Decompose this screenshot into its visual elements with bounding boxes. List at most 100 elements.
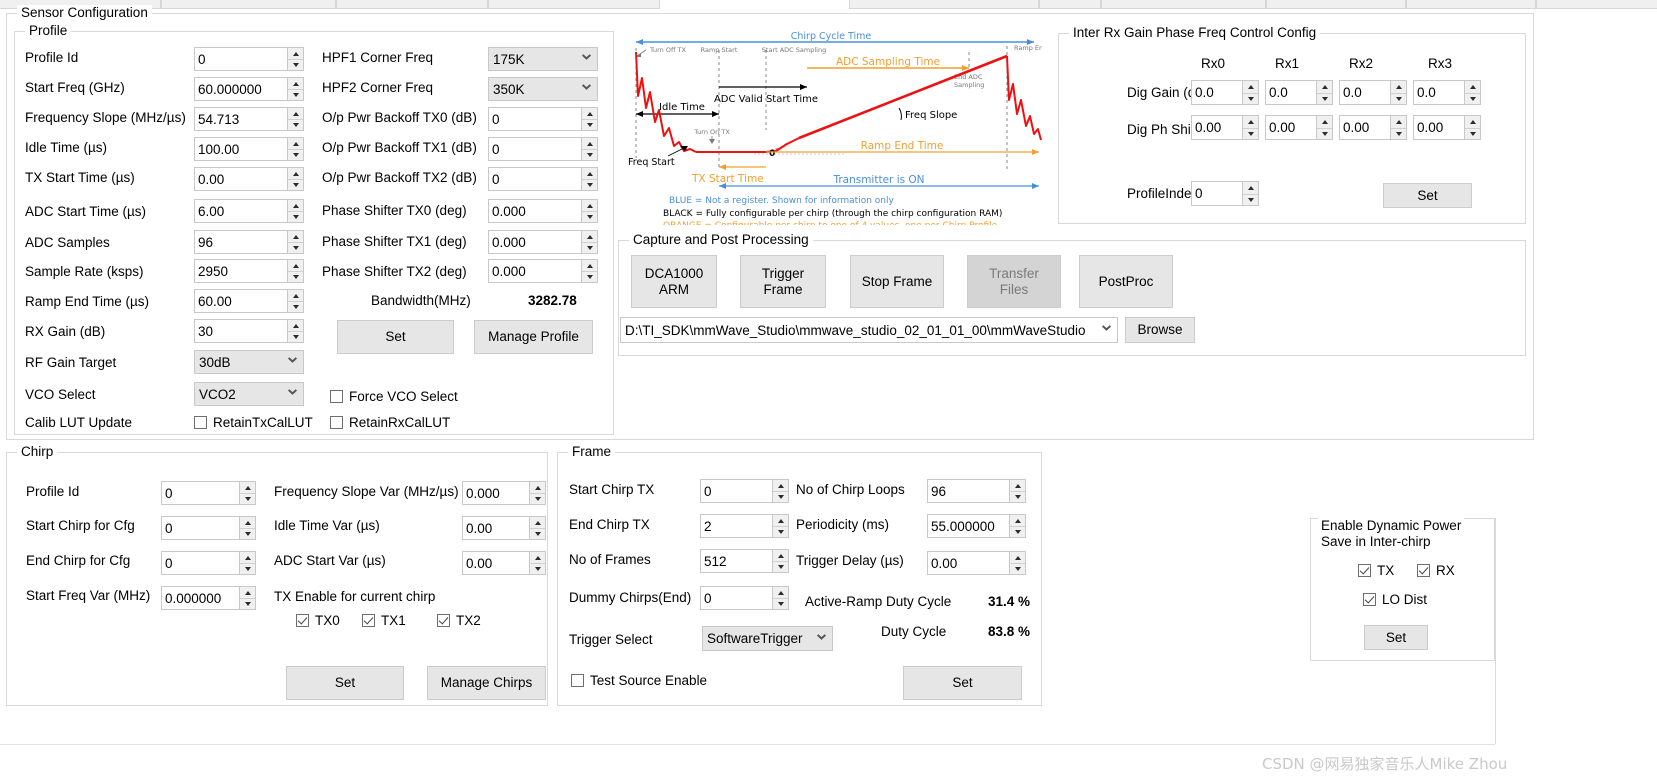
- spinner-down[interactable]: [288, 89, 303, 100]
- spinner[interactable]: [239, 587, 255, 609]
- retain-rx-cal-lut-checkbox[interactable]: RetainRxCalLUT: [330, 415, 450, 430]
- phase-shifter-tx2-input[interactable]: 0.000: [488, 259, 598, 283]
- spinner[interactable]: [1242, 182, 1258, 205]
- spinner-up[interactable]: [1317, 116, 1332, 128]
- capture-path-combo[interactable]: D:\TI_SDK\mmWave_Studio\mmwave_studio_02…: [620, 317, 1118, 343]
- spinner-down[interactable]: [1317, 92, 1332, 104]
- tab-segment[interactable]: [488, 0, 660, 9]
- trigger-frame-button[interactable]: Trigger Frame: [740, 255, 826, 308]
- idle-time-var-input[interactable]: 0.00: [462, 516, 546, 540]
- spinner-down[interactable]: [1010, 563, 1025, 574]
- dynamic-power-tx-checkbox[interactable]: TX: [1358, 563, 1394, 578]
- sample-rate-input[interactable]: 2950: [194, 259, 304, 283]
- spinner-up[interactable]: [582, 138, 597, 149]
- spinner-up[interactable]: [288, 48, 303, 59]
- postproc-button[interactable]: PostProc: [1079, 255, 1173, 308]
- spinner-down[interactable]: [530, 528, 545, 539]
- spinner-down[interactable]: [582, 179, 597, 190]
- spinner-down[interactable]: [1391, 127, 1406, 139]
- tab-segment[interactable]: [1101, 0, 1266, 9]
- spinner-up[interactable]: [288, 138, 303, 149]
- spinner-down[interactable]: [1010, 526, 1025, 537]
- spinner[interactable]: [1464, 81, 1480, 104]
- profile-id-spinner[interactable]: [287, 48, 303, 70]
- vco-select-combo[interactable]: VCO2: [194, 382, 304, 406]
- spinner-up[interactable]: [773, 550, 788, 561]
- spinner[interactable]: [772, 480, 788, 502]
- tab-segment[interactable]: [1536, 0, 1657, 9]
- frequency-slope-var-input[interactable]: 0.000: [462, 481, 546, 505]
- dig-ph-shift-rx0-input[interactable]: 0.00: [1191, 115, 1259, 140]
- spinner[interactable]: [581, 138, 597, 160]
- rx-gain-input[interactable]: 30: [194, 319, 304, 343]
- spinner-down[interactable]: [582, 119, 597, 130]
- checkbox-box[interactable]: [437, 614, 450, 627]
- spinner[interactable]: [239, 517, 255, 539]
- spinner-up[interactable]: [582, 200, 597, 211]
- spinner-down[interactable]: [582, 211, 597, 222]
- spinner[interactable]: [772, 550, 788, 572]
- dig-gain-rx3-input[interactable]: 0.0: [1413, 80, 1481, 105]
- spinner[interactable]: [1242, 116, 1258, 139]
- phase-shifter-tx1-input[interactable]: 0.000: [488, 230, 598, 254]
- spinner-down[interactable]: [288, 149, 303, 160]
- spinner-down[interactable]: [288, 331, 303, 342]
- spinner-up[interactable]: [773, 587, 788, 598]
- dynamic-power-set-button[interactable]: Set: [1364, 625, 1428, 650]
- checkbox-box[interactable]: [362, 614, 375, 627]
- spinner-down[interactable]: [1010, 491, 1025, 502]
- spinner-down[interactable]: [1243, 92, 1258, 104]
- spinner-down[interactable]: [582, 271, 597, 282]
- dig-gain-rx0-input[interactable]: 0.0: [1191, 80, 1259, 105]
- rx-gain-spinner[interactable]: [287, 320, 303, 342]
- tx-start-time-input[interactable]: 0.00: [194, 167, 304, 191]
- spinner-up[interactable]: [288, 108, 303, 119]
- spinner-down[interactable]: [240, 563, 255, 574]
- chirp-tx0-checkbox[interactable]: TX0: [296, 613, 340, 628]
- chirp-profile-id-input[interactable]: 0: [161, 481, 256, 505]
- spinner-up[interactable]: [240, 552, 255, 563]
- hpf2-corner-freq-combo[interactable]: 350K: [488, 77, 598, 101]
- spinner-up[interactable]: [1010, 515, 1025, 526]
- spinner-up[interactable]: [530, 482, 545, 493]
- spinner[interactable]: [1390, 116, 1406, 139]
- start-freq-var-input[interactable]: 0.000000: [161, 586, 256, 610]
- spinner-down[interactable]: [530, 493, 545, 504]
- spinner[interactable]: [239, 552, 255, 574]
- spinner[interactable]: [772, 587, 788, 609]
- no-of-chirp-loops-input[interactable]: 96: [927, 479, 1026, 503]
- spinner-up[interactable]: [1243, 182, 1258, 194]
- sample-rate-spinner[interactable]: [287, 260, 303, 282]
- adc-start-var-input[interactable]: 0.00: [462, 551, 546, 575]
- spinner-up[interactable]: [240, 587, 255, 598]
- spinner[interactable]: [581, 200, 597, 222]
- tab-segment[interactable]: [336, 0, 488, 9]
- profile-set-button[interactable]: Set: [337, 320, 454, 354]
- checkbox-box[interactable]: [571, 674, 584, 687]
- spinner-down[interactable]: [240, 493, 255, 504]
- start-chirp-for-cfg-input[interactable]: 0: [161, 516, 256, 540]
- spinner-down[interactable]: [1243, 193, 1258, 205]
- stop-frame-button[interactable]: Stop Frame: [850, 255, 944, 308]
- adc-samples-input[interactable]: 96: [194, 230, 304, 254]
- spinner[interactable]: [1009, 515, 1025, 537]
- checkbox-box[interactable]: [330, 390, 343, 403]
- retain-tx-cal-lut-checkbox[interactable]: RetainTxCalLUT: [194, 415, 313, 430]
- spinner-up[interactable]: [288, 260, 303, 271]
- trigger-delay-input[interactable]: 0.00: [927, 551, 1026, 575]
- spinner-up[interactable]: [288, 200, 303, 211]
- spinner-down[interactable]: [773, 526, 788, 537]
- tab-segment[interactable]: [161, 0, 336, 9]
- spinner-down[interactable]: [1465, 92, 1480, 104]
- test-source-enable-checkbox[interactable]: Test Source Enable: [571, 673, 707, 688]
- spinner-up[interactable]: [582, 168, 597, 179]
- ramp-end-time-input[interactable]: 60.00: [194, 289, 304, 313]
- spinner-up[interactable]: [773, 515, 788, 526]
- spinner-down[interactable]: [240, 528, 255, 539]
- spinner-down[interactable]: [288, 179, 303, 190]
- tab-segment[interactable]: [1039, 0, 1101, 9]
- spinner-down[interactable]: [288, 211, 303, 222]
- spinner-up[interactable]: [288, 168, 303, 179]
- spinner[interactable]: [581, 231, 597, 253]
- spinner-up[interactable]: [1391, 81, 1406, 93]
